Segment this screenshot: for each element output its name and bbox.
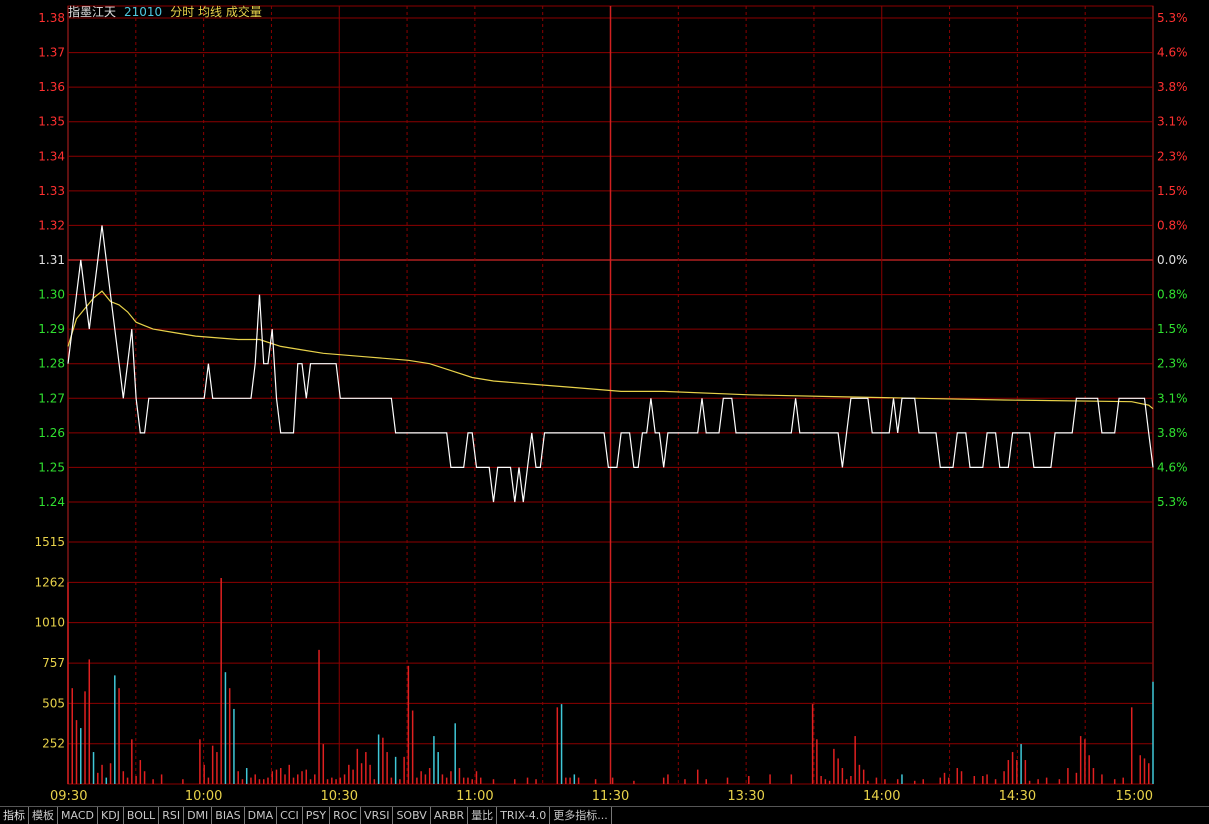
pct-tick-label: 3.8%	[1157, 426, 1188, 440]
stock-code: 21010	[124, 5, 163, 19]
price-tick-label: 1.36	[38, 80, 65, 94]
time-tick-label: 13:30	[727, 789, 764, 804]
stock-name: 指墨江天	[68, 5, 117, 19]
indicator-tab[interactable]: ROC	[330, 807, 362, 824]
price-tick-label: 1.37	[38, 46, 65, 60]
indicator-tab[interactable]: DMA	[245, 807, 278, 824]
time-tick-label: 10:30	[321, 789, 358, 804]
price-tick-label: 1.33	[38, 184, 65, 198]
price-tick-label: 1.27	[38, 391, 65, 405]
indicator-tab[interactable]: 量比	[468, 807, 498, 824]
pct-tick-label: 0.8%	[1157, 218, 1188, 232]
series-labels: 分时 均线 成交量	[170, 5, 262, 19]
indicator-tab[interactable]: TRIX-4.0	[497, 807, 551, 824]
pct-tick-label: 2.3%	[1157, 357, 1188, 371]
time-tick-label: 14:30	[999, 789, 1036, 804]
indicator-tab[interactable]: 更多指标...	[550, 807, 612, 824]
pct-tick-label: 1.5%	[1157, 322, 1188, 336]
price-tick-label: 1.26	[38, 426, 65, 440]
pct-tick-label: 4.6%	[1157, 46, 1188, 60]
price-tick-label: 1.32	[38, 218, 65, 232]
price-tick-label: 1.24	[38, 495, 65, 509]
chart-header: 指墨江天 21010 分时 均线 成交量	[68, 3, 262, 20]
price-tick-label: 1.34	[38, 149, 65, 163]
indicator-tab[interactable]: BIAS	[212, 807, 245, 824]
indicator-tab-bar: 指标 模板 MACD KDJ BOLL RSI DMI BIAS DMA CCI PSY ROC VRS…	[0, 806, 1209, 824]
volume-tick-label: 505	[42, 696, 65, 710]
pct-tick-label: 4.6%	[1157, 460, 1188, 474]
indicator-tab[interactable]: PSY	[303, 807, 331, 824]
pct-tick-label: 0.0%	[1157, 253, 1188, 267]
volume-tick-label: 252	[42, 737, 65, 751]
intraday-chart: 1.38 5.3% 1.37 4.6% 1.36 3.8% 1.35 3.1% 1.34 2.3%…	[34, 5, 1188, 804]
price-tick-label: 1.28	[38, 357, 65, 371]
pct-tick-label: 5.3%	[1157, 11, 1188, 25]
time-tick-label: 14:00	[863, 789, 900, 804]
time-tick-label: 11:30	[592, 789, 629, 804]
pct-tick-label: 3.1%	[1157, 115, 1188, 129]
time-tick-label: 15:00	[1116, 789, 1153, 804]
indicator-tab[interactable]: CCI	[277, 807, 303, 824]
indicator-tab[interactable]: MACD	[58, 807, 98, 824]
indicator-tab[interactable]: DMI	[184, 807, 213, 824]
price-tick-label: 1.25	[38, 460, 65, 474]
pct-tick-label: 1.5%	[1157, 184, 1188, 198]
volume-tick-label: 1515	[34, 535, 65, 549]
price-tick-label: 1.35	[38, 115, 65, 129]
price-tick-label: 1.38	[38, 11, 65, 25]
indicator-tab[interactable]: 指标	[0, 807, 29, 824]
pct-tick-label: 0.8%	[1157, 288, 1188, 302]
volume-tick-label: 1010	[34, 616, 65, 630]
price-tick-label: 1.29	[38, 322, 65, 336]
pct-tick-label: 3.1%	[1157, 391, 1188, 405]
indicator-tab[interactable]: VRSI	[361, 807, 394, 824]
time-tick-label: 11:00	[456, 789, 493, 804]
pct-tick-label: 5.3%	[1157, 495, 1188, 509]
price-tick-label: 1.31	[38, 253, 65, 267]
price-tick-label: 1.30	[38, 288, 65, 302]
indicator-tab[interactable]: 模板	[29, 807, 58, 824]
time-tick-label: 09:30	[50, 789, 87, 804]
pct-tick-label: 2.3%	[1157, 149, 1188, 163]
indicator-tab[interactable]: KDJ	[98, 807, 124, 824]
volume-tick-label: 757	[42, 656, 65, 670]
indicator-tab[interactable]: ARBR	[431, 807, 469, 824]
volume-tick-label: 1262	[34, 575, 65, 589]
indicator-tab[interactable]: BOLL	[124, 807, 160, 824]
indicator-tab[interactable]: SOBV	[393, 807, 431, 824]
time-tick-label: 10:00	[185, 789, 222, 804]
indicator-tab[interactable]: RSI	[159, 807, 185, 824]
pct-tick-label: 3.8%	[1157, 80, 1188, 94]
